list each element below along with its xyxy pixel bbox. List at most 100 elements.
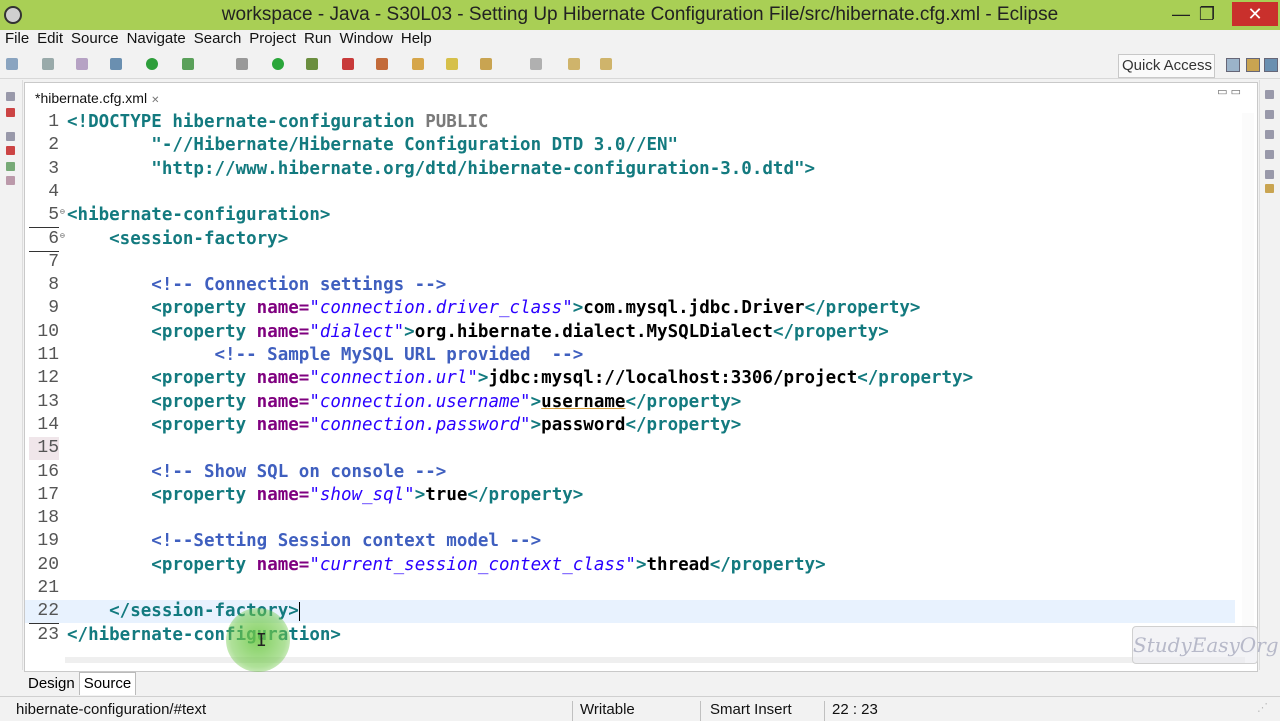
external-tools-icon[interactable]	[306, 58, 318, 70]
code-line[interactable]: 10 <property name="dialect">org.hibernat…	[25, 321, 1235, 344]
project-explorer-icon[interactable]	[6, 146, 15, 155]
vertical-scrollbar[interactable]	[1242, 113, 1254, 653]
quick-access-input[interactable]: Quick Access	[1118, 54, 1215, 78]
xml-editor[interactable]: *hibernate.cfg.xml ✕ ▭ ▭ 1 <!DOCTYPE hiber…	[24, 82, 1258, 672]
text-caret	[298, 601, 300, 621]
code-line[interactable]: 8 <!-- Connection settings -->	[25, 274, 1235, 297]
editor-bottom-tabs: Design Source	[24, 672, 137, 695]
code-line[interactable]: 5 ⊖ <hibernate-configuration>	[25, 204, 1235, 229]
restore-icon[interactable]	[6, 92, 15, 101]
stop-icon[interactable]	[342, 58, 354, 70]
hierarchy-icon[interactable]	[6, 162, 15, 171]
java-ee-perspective-icon[interactable]	[1246, 58, 1260, 72]
code-line[interactable]: 12 <property name="connection.url">jdbc:…	[25, 367, 1235, 390]
code-line[interactable]: 7	[25, 251, 1235, 274]
tab-close-icon[interactable]: ✕	[151, 95, 159, 106]
code-line[interactable]: 16 <!-- Show SQL on console -->	[25, 461, 1235, 484]
menu-bar: File Edit Source Navigate Search Project Run Wi…	[0, 30, 1280, 50]
new-icon[interactable]	[6, 58, 18, 70]
code-line[interactable]: 18	[25, 507, 1235, 530]
code-text: <!--Setting Session context model -->	[67, 530, 541, 553]
refresh-icon[interactable]	[182, 58, 194, 70]
code-token: "-//Hibernate/Hibernate Configuration DT…	[67, 135, 679, 156]
code-line[interactable]: 21	[25, 577, 1235, 600]
code-area[interactable]: 1 <!DOCTYPE hibernate-configuration PUBLI…	[25, 111, 1235, 661]
servers-icon[interactable]	[6, 176, 15, 185]
menu-project[interactable]: Project	[249, 30, 296, 48]
code-line[interactable]: 2 "-//Hibernate/Hibernate Configuration …	[25, 134, 1235, 157]
menu-edit[interactable]: Edit	[37, 30, 63, 48]
fold-toggle-icon[interactable]: ⊖	[60, 224, 65, 247]
code-token: name=	[256, 298, 310, 319]
debug-icon[interactable]	[146, 58, 158, 70]
code-token: >	[477, 368, 489, 389]
settings-icon[interactable]	[236, 58, 248, 70]
menu-file[interactable]: File	[5, 30, 29, 48]
code-line[interactable]: 20 <property name="current_session_conte…	[25, 554, 1235, 577]
tab-hibernate-cfg[interactable]: *hibernate.cfg.xml ✕	[29, 87, 166, 109]
forward-icon[interactable]	[600, 58, 612, 70]
code-line[interactable]: 22 </session-factory>	[25, 600, 1235, 625]
restore-icon[interactable]	[6, 132, 15, 141]
code-line[interactable]: 4	[25, 181, 1235, 204]
code-line[interactable]: 11 <!-- Sample MySQL URL provided -->	[25, 344, 1235, 367]
server-icon[interactable]	[376, 58, 388, 70]
terminal-icon[interactable]	[110, 58, 122, 70]
code-line[interactable]: 23 </hibernate-configuration>	[25, 624, 1235, 647]
restore-icon[interactable]	[1265, 150, 1274, 159]
code-text: <property name="show_sql">true</property…	[67, 484, 583, 507]
text-cursor-icon: I	[256, 630, 267, 651]
title-bar: workspace - Java - S30L03 - Setting Up H…	[0, 0, 1280, 30]
maximize-button[interactable]: ❐	[1190, 2, 1224, 26]
code-line[interactable]: 1 <!DOCTYPE hibernate-configuration PUBLI…	[25, 111, 1235, 134]
tab-label: *hibernate.cfg.xml	[35, 90, 148, 106]
code-token: </hibernate-configuration>	[67, 624, 341, 645]
package-explorer-icon[interactable]	[6, 108, 15, 117]
fold-toggle-icon[interactable]: ⊖	[60, 200, 65, 223]
code-token: name=	[256, 391, 310, 412]
line-number: 23	[37, 624, 59, 645]
code-line[interactable]: 19 <!--Setting Session context model -->	[25, 530, 1235, 553]
outline-icon[interactable]	[1265, 110, 1274, 119]
menu-help[interactable]: Help	[401, 30, 432, 48]
search-icon[interactable]	[480, 58, 492, 70]
code-line[interactable]: 13 <property name="connection.username">…	[25, 391, 1235, 414]
line-number: 15	[29, 437, 59, 461]
back-icon[interactable]	[568, 58, 580, 70]
menu-window[interactable]: Window	[340, 30, 393, 48]
restore-icon[interactable]	[1265, 90, 1274, 99]
menu-search[interactable]: Search	[194, 30, 242, 48]
line-number: 10	[37, 321, 59, 342]
menu-navigate[interactable]: Navigate	[127, 30, 186, 48]
window-title: workspace - Java - S30L03 - Setting Up H…	[221, 4, 1059, 25]
java-perspective-icon[interactable]	[1264, 58, 1278, 72]
console-icon[interactable]	[1265, 184, 1274, 193]
code-line[interactable]: 14 <property name="connection.password">…	[25, 414, 1235, 437]
task-list-icon[interactable]	[1265, 130, 1274, 139]
code-line[interactable]: 17 <property name="show_sql">true</prope…	[25, 484, 1235, 507]
code-token: <!DOCTYPE hibernate-configuration	[67, 112, 426, 132]
run-icon[interactable]	[272, 58, 284, 70]
annotation-icon[interactable]	[530, 58, 542, 70]
code-token: </property>	[625, 391, 742, 412]
print-icon[interactable]	[76, 58, 88, 70]
problems-icon[interactable]	[1265, 170, 1274, 179]
code-token: password	[541, 414, 626, 435]
code-line[interactable]: 15	[25, 437, 1235, 461]
code-token: <property	[67, 298, 257, 319]
open-type-icon[interactable]	[412, 58, 424, 70]
tab-source[interactable]: Source	[78, 672, 137, 695]
open-perspective-icon[interactable]	[1226, 58, 1240, 72]
code-token: "dialect"	[309, 321, 405, 342]
line-number: 22	[29, 600, 59, 625]
save-icon[interactable]	[42, 58, 54, 70]
code-line[interactable]: 6 ⊖ <session-factory>	[25, 228, 1235, 252]
menu-source[interactable]: Source	[71, 30, 119, 48]
code-line[interactable]: 9 <property name="connection.driver_clas…	[25, 297, 1235, 320]
editor-minimize-maximize[interactable]: ▭ ▭	[1217, 85, 1241, 98]
menu-run[interactable]: Run	[304, 30, 332, 48]
close-button[interactable]: ✕	[1232, 2, 1278, 26]
code-line[interactable]: 3 "http://www.hibernate.org/dtd/hibernat…	[25, 158, 1235, 181]
open-task-icon[interactable]	[446, 58, 458, 70]
tab-design[interactable]: Design	[24, 673, 79, 695]
